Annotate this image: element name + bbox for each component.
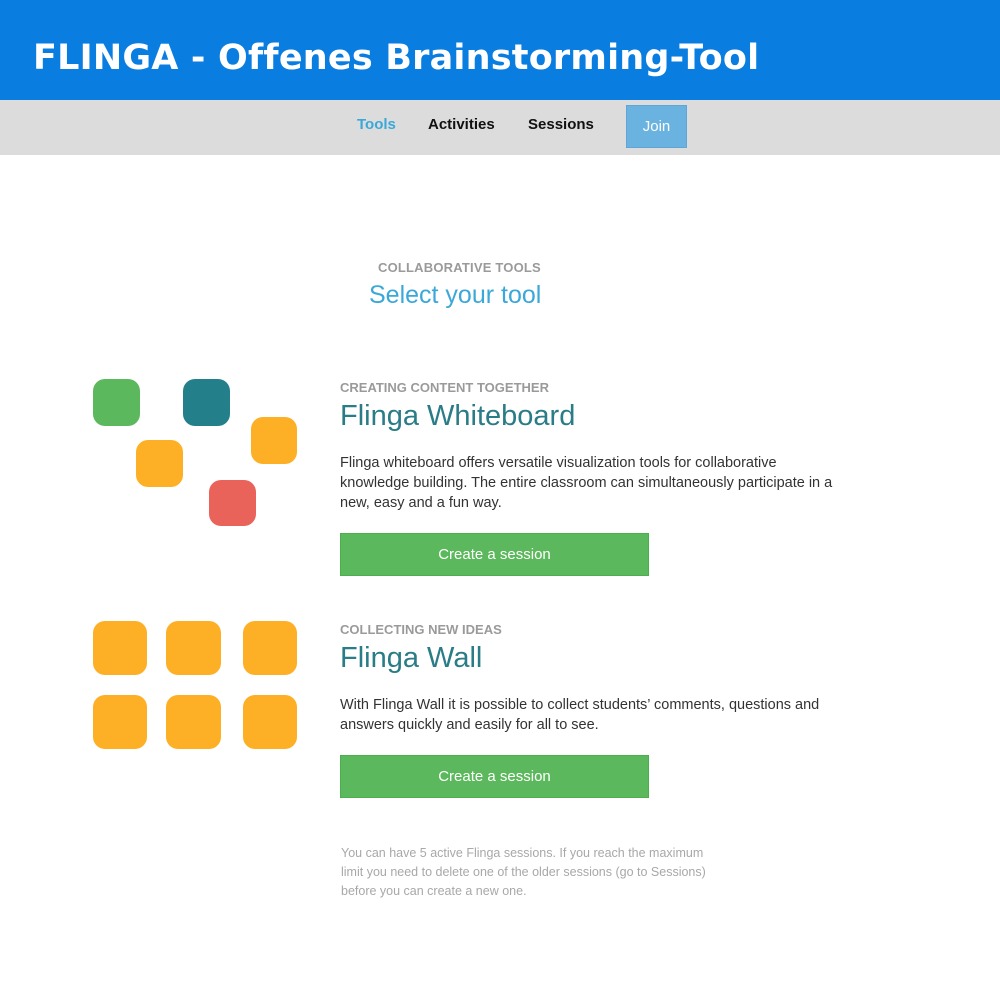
- whiteboard-tile-teal: [183, 379, 230, 426]
- wall-tile: [166, 621, 221, 675]
- nav-tools-link[interactable]: Tools: [357, 116, 396, 134]
- wall-tile: [93, 621, 147, 675]
- whiteboard-tile-green: [93, 379, 140, 426]
- wall-title: Flinga Wall: [340, 642, 483, 674]
- whiteboard-kicker: CREATING CONTENT TOGETHER: [340, 380, 549, 395]
- nav-bar: Tools Activities Sessions Join: [0, 100, 1000, 155]
- section-kicker: COLLABORATIVE TOOLS: [378, 260, 541, 275]
- whiteboard-tile-orange-right: [251, 417, 297, 464]
- wall-kicker: COLLECTING NEW IDEAS: [340, 622, 502, 637]
- wall-tile: [243, 621, 297, 675]
- whiteboard-description: Flinga whiteboard offers versatile visua…: [340, 455, 833, 511]
- nav-sessions-link[interactable]: Sessions: [528, 116, 594, 134]
- header-banner: FLINGA - Offenes Brainstorming-Tool: [0, 0, 1000, 100]
- page-title: FLINGA - Offenes Brainstorming-Tool: [33, 38, 760, 78]
- wall-tile: [93, 695, 147, 749]
- whiteboard-title: Flinga Whiteboard: [340, 400, 576, 432]
- wall-description: With Flinga Wall it is possible to colle…: [340, 697, 820, 733]
- wall-tile: [243, 695, 297, 749]
- section-title: Select your tool: [369, 281, 542, 309]
- create-whiteboard-session-button[interactable]: Create a session: [340, 533, 649, 576]
- nav-activities-link[interactable]: Activities: [428, 116, 495, 134]
- create-wall-session-button[interactable]: Create a session: [340, 755, 649, 798]
- session-limit-note: You can have 5 active Flinga sessions. I…: [341, 846, 706, 898]
- whiteboard-tile-red: [209, 480, 256, 526]
- wall-tile: [166, 695, 221, 749]
- whiteboard-tile-orange-left: [136, 440, 183, 487]
- join-button[interactable]: Join: [626, 105, 687, 148]
